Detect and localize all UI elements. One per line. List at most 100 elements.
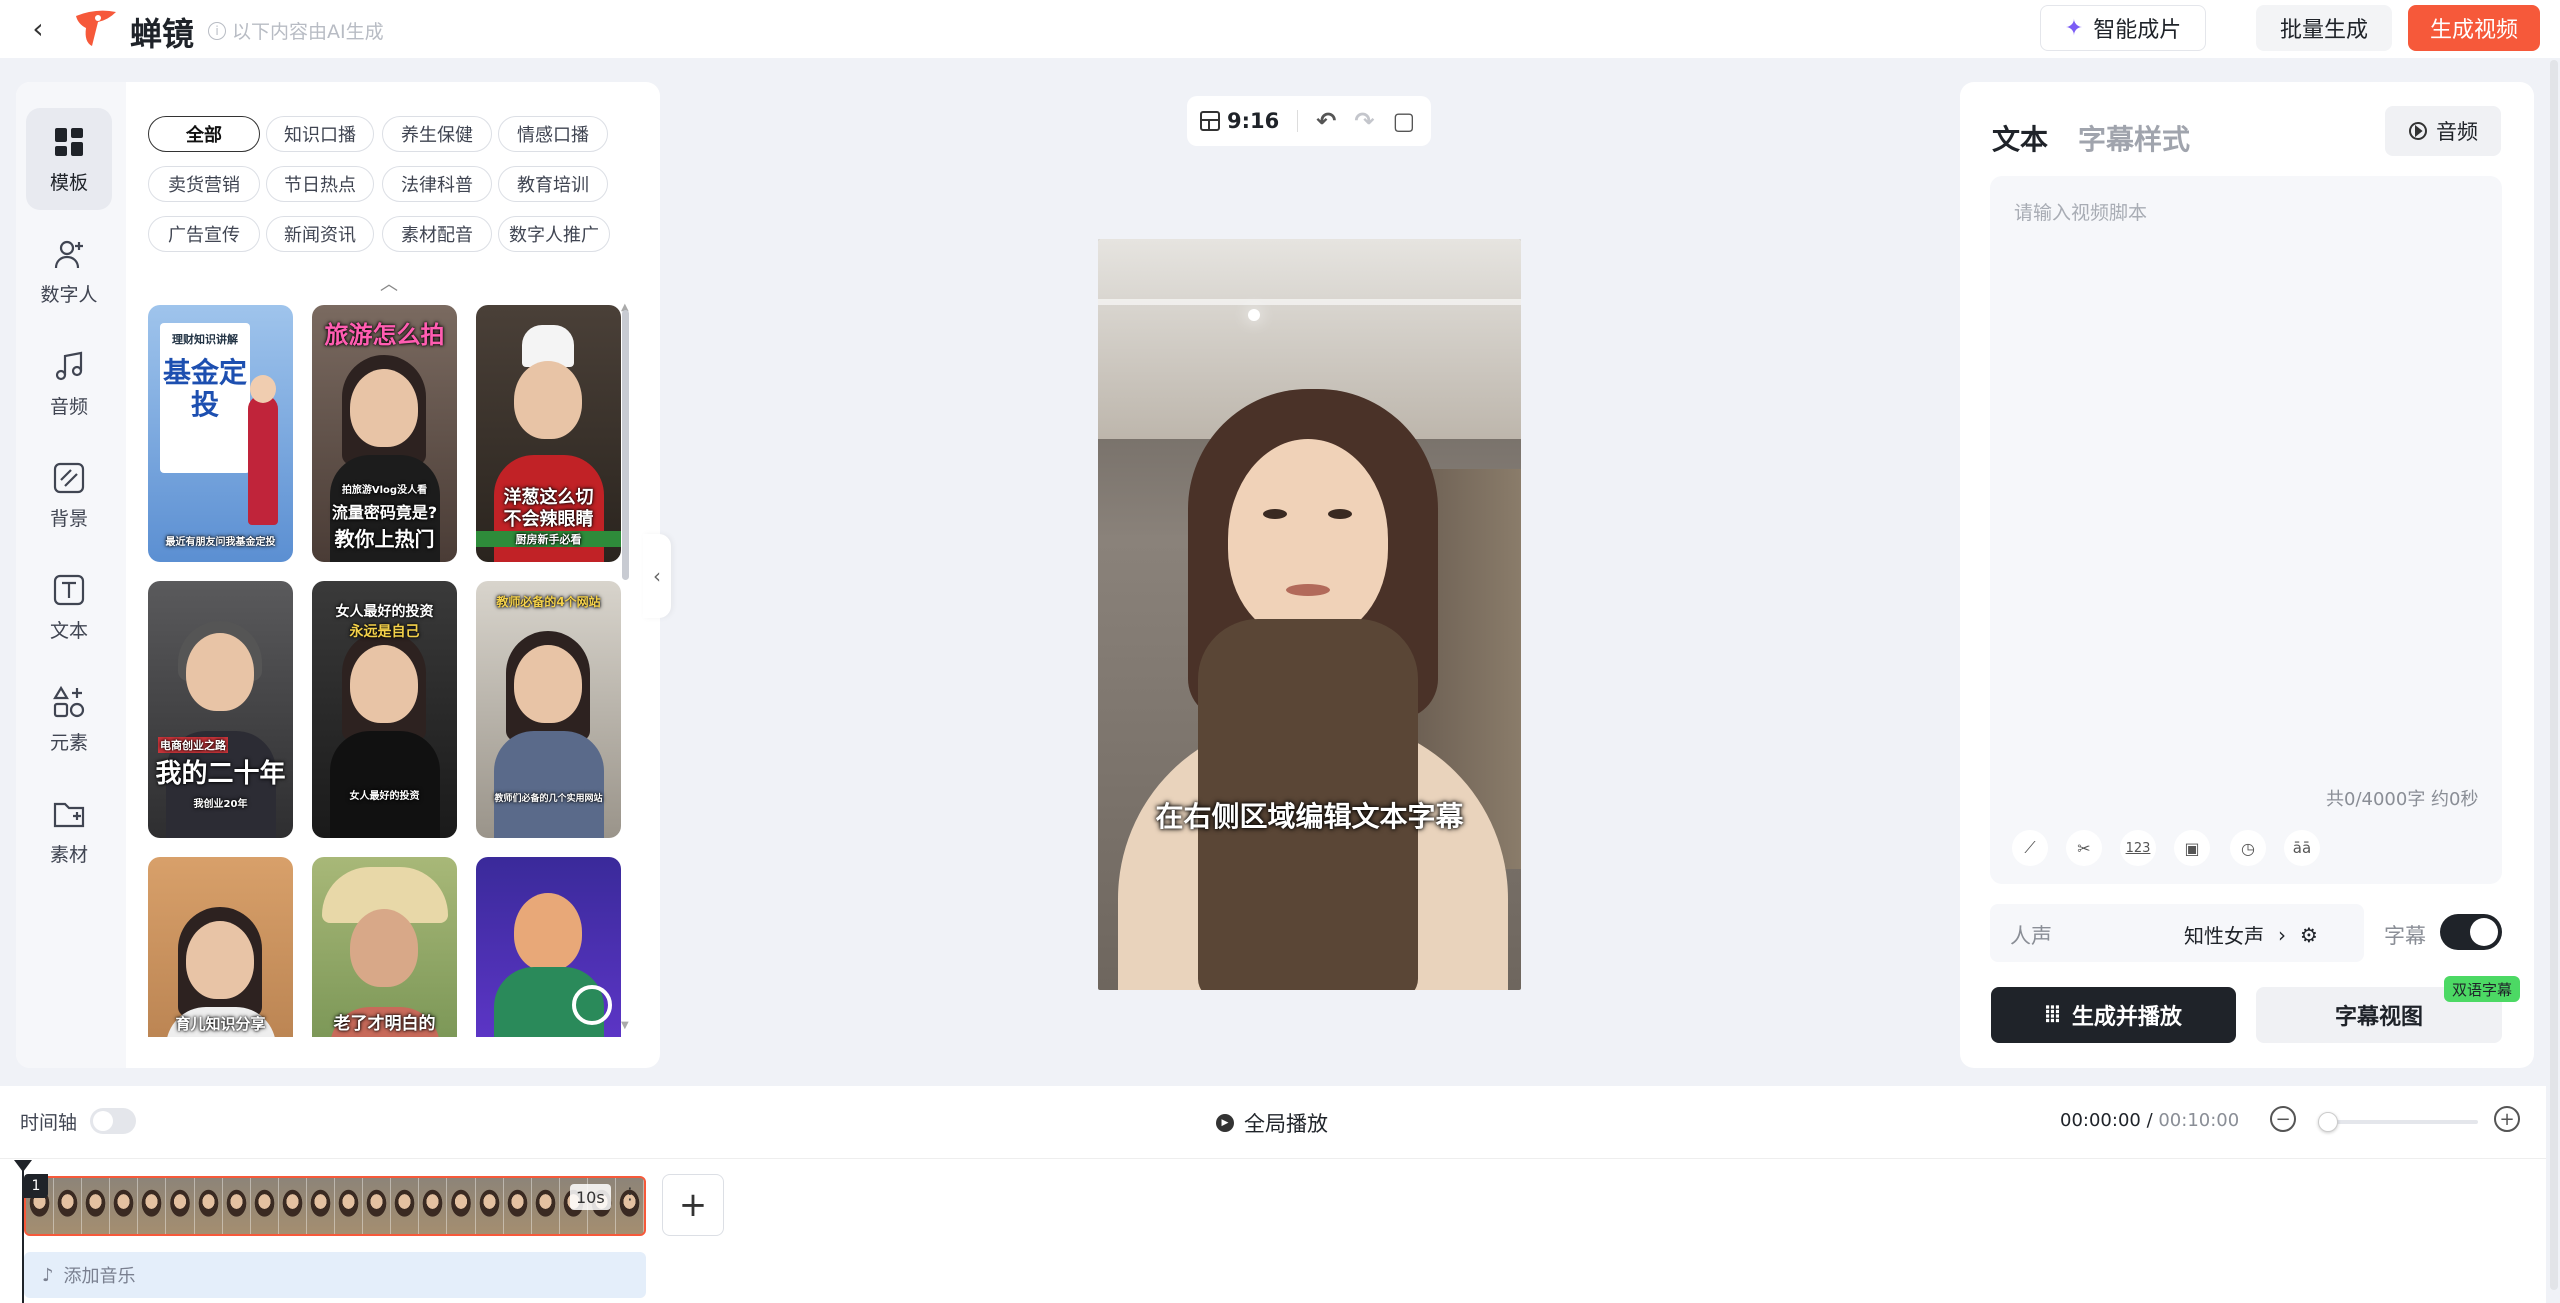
page-scrollbar[interactable] [2550, 60, 2558, 1290]
info-icon: i [208, 21, 226, 40]
audio-button[interactable]: 音频 [2385, 106, 2501, 156]
divider [1297, 110, 1299, 132]
clip-duration: 10s [570, 1184, 611, 1210]
generate-play-button[interactable]: ⦙⦙⦙ 生成并播放 [1991, 987, 2236, 1043]
template-grid: 理财知识讲解 基金定投 最近有朋友问我基金定投 旅游怎么拍 拍旅游Vlog没人看… [148, 305, 626, 1037]
sidebar-item-materials[interactable]: 素材 [26, 780, 112, 882]
background-icon [53, 462, 85, 493]
sidebar-item-templates[interactable]: 模板 [26, 108, 112, 210]
trim-icon[interactable]: ✂ [2066, 830, 2102, 866]
category-tag[interactable]: 新闻资讯 [266, 216, 374, 252]
category-tag[interactable]: 广告宣传 [148, 216, 260, 252]
settings-slider-icon[interactable]: ⚙ [2300, 923, 2318, 947]
category-tag[interactable]: 养生保健 [382, 116, 492, 152]
tab-subtitle-style[interactable]: 字幕样式 [2078, 118, 2190, 158]
timeline-label: 时间轴 [20, 1112, 78, 1134]
brand-name: 蝉镜 [130, 15, 195, 53]
back-icon[interactable]: ‹ [24, 12, 52, 45]
waveform-icon: ⦙⦙⦙ [2045, 1002, 2060, 1028]
subtitle-toggle[interactable] [2440, 914, 2502, 950]
template-card[interactable]: 育儿知识分享 [148, 857, 293, 1037]
template-card[interactable]: 理财知识讲解 基金定投 最近有朋友问我基金定投 [148, 305, 293, 562]
music-icon [55, 351, 83, 380]
category-tag[interactable]: 教育培训 [498, 166, 608, 202]
pinyin-icon[interactable]: āā [2284, 830, 2320, 866]
sidebar-item-background[interactable]: 背景 [26, 444, 112, 546]
video-subtitle[interactable]: 在右侧区域编辑文本字幕 [1098, 795, 1521, 835]
fullscreen-icon[interactable]: ▢ [1392, 107, 1415, 135]
category-tag[interactable]: 数字人推广 [498, 216, 610, 252]
zoom-in-icon[interactable]: + [2494, 1106, 2520, 1132]
category-tag[interactable]: 知识口播 [266, 116, 374, 152]
timeline-ruler [0, 1158, 2546, 1159]
chevron-left-icon: ‹ [653, 564, 661, 588]
ai-note: i 以下内容由AI生成 [208, 17, 384, 44]
canvas-toolbar: 9:16 ↶ ↷ ▢ [1187, 96, 1431, 146]
category-tag[interactable]: 卖货营销 [148, 166, 260, 202]
shapes-icon [53, 685, 85, 717]
add-music-track[interactable]: ♪ 添加音乐 [24, 1252, 646, 1298]
play-circle-icon [2409, 122, 2427, 140]
template-card[interactable] [476, 857, 621, 1037]
template-card[interactable]: 教师必备的4个网站 教师们必备的几个实用网站 [476, 581, 621, 838]
tab-text[interactable]: 文本 [1992, 118, 2048, 158]
magic-wand-icon: ✦ [2064, 15, 2084, 41]
timecode: 00:00:00 / 00:10:00 [2060, 1110, 2240, 1131]
voice-label: 人声 [2010, 924, 2052, 948]
folder-icon [53, 802, 85, 827]
category-tag[interactable]: 素材配音 [382, 216, 492, 252]
script-input[interactable] [2014, 198, 2484, 938]
speed-icon[interactable]: ◷ [2230, 830, 2266, 866]
chevron-right-icon: › [2278, 922, 2286, 947]
music-note-icon: ♪ [42, 1264, 54, 1286]
collapse-panel-button[interactable]: ‹ [643, 534, 671, 618]
zoom-out-icon[interactable]: − [2270, 1106, 2296, 1132]
category-tag-all[interactable]: 全部 [148, 116, 260, 152]
add-clip-button[interactable]: + [662, 1174, 724, 1236]
zoom-slider-thumb[interactable] [2318, 1112, 2338, 1132]
bilingual-badge: 双语字幕 [2444, 976, 2521, 1002]
magic-icon[interactable]: ⟋ [2012, 830, 2048, 866]
template-card[interactable]: 女人最好的投资 永远是自己 女人最好的投资 [312, 581, 457, 838]
zoom-slider[interactable] [2318, 1120, 2478, 1124]
pause-icon[interactable]: ▣ [2174, 830, 2210, 866]
video-clip[interactable] [24, 1176, 646, 1236]
redo-icon[interactable]: ↷ [1354, 107, 1374, 135]
subtitle-label: 字幕 [2384, 924, 2426, 948]
smart-video-button[interactable]: ✦ 智能成片 [2040, 5, 2206, 51]
scroll-down-icon[interactable]: ▼ [621, 1020, 629, 1031]
template-card[interactable]: 旅游怎么拍 拍旅游Vlog没人看 流量密码竟是? 教你上热门 [312, 305, 457, 562]
undo-icon[interactable]: ↶ [1316, 107, 1336, 135]
sidebar-item-audio[interactable]: 音频 [26, 332, 112, 434]
more-icon[interactable]: ⋮ [622, 1184, 638, 1203]
sidebar-item-text[interactable]: 文本 [26, 556, 112, 658]
clip-number: 1 [24, 1174, 48, 1198]
category-tag[interactable]: 法律科普 [382, 166, 492, 202]
generate-video-button[interactable]: 生成视频 [2408, 5, 2540, 51]
category-tag[interactable]: 情感口播 [498, 116, 608, 152]
sidebar: 模板 数字人 音频 背景 文本 元素 素材 [16, 82, 126, 1068]
template-scrollbar[interactable] [622, 310, 629, 580]
template-card[interactable]: 电商创业之路 我的二十年 我创业20年 [148, 581, 293, 838]
number-icon[interactable]: 123 [2120, 830, 2156, 866]
text-icon [53, 574, 85, 605]
category-tag[interactable]: 节日热点 [266, 166, 374, 202]
top-bar: ‹ 蝉镜 i 以下内容由AI生成 ✦ 智能成片 批量生成 生成视频 [0, 0, 2560, 58]
batch-generate-button[interactable]: 批量生成 [2256, 5, 2392, 51]
timeline-toggle[interactable] [90, 1108, 136, 1134]
collapse-up-icon[interactable]: ︿ [380, 270, 398, 296]
char-count: 共0/4000字 约0秒 [2326, 789, 2479, 810]
voice-value[interactable]: 知性女声 › ⚙ [2184, 920, 2318, 949]
logo-icon [76, 10, 116, 47]
video-preview[interactable]: 在右侧区域编辑文本字幕 [1098, 239, 1521, 990]
sidebar-item-digital-human[interactable]: 数字人 [26, 220, 112, 322]
sidebar-item-elements[interactable]: 元素 [26, 668, 112, 770]
template-card[interactable]: 老了才明白的 [312, 857, 457, 1037]
aspect-ratio-button[interactable]: 9:16 [1199, 109, 1279, 133]
grid-icon [55, 127, 83, 156]
global-play-button[interactable]: ▶ 全局播放 [1216, 1108, 1328, 1138]
play-icon: ▶ [1216, 1114, 1234, 1132]
layout-icon [1200, 111, 1220, 131]
script-editor [1990, 176, 2502, 938]
template-card[interactable]: 洋葱这么切 不会辣眼睛 厨房新手必看 [476, 305, 621, 562]
